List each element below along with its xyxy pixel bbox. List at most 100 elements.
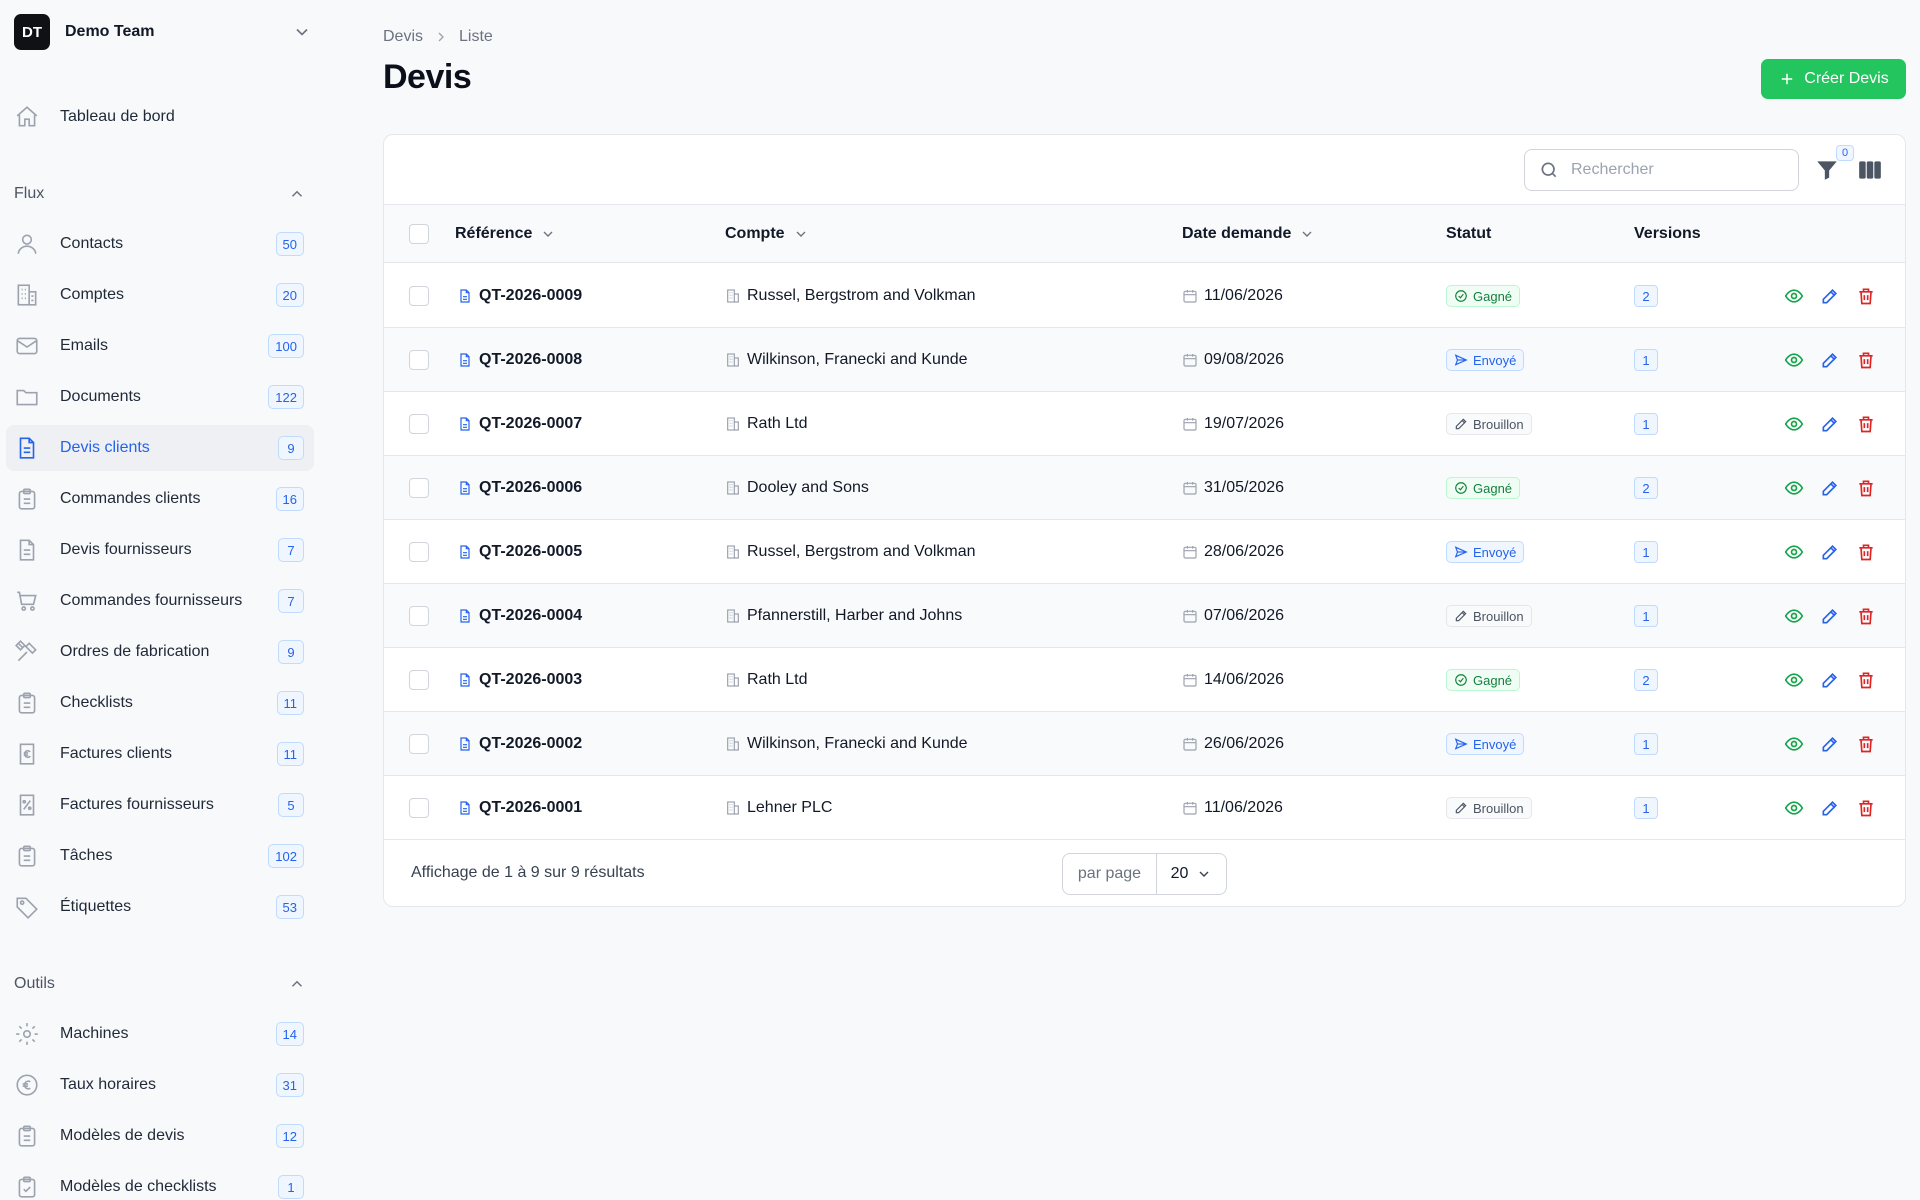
status-badge: Gagné xyxy=(1446,285,1521,307)
table-row[interactable]: QT-2026-0005 Russel, Bergstrom and Volkma… xyxy=(384,520,1905,584)
eye-icon[interactable] xyxy=(1784,606,1804,626)
sidebar-item-contacts[interactable]: Contacts 50 xyxy=(6,221,314,267)
quote-reference[interactable]: QT-2026-0008 xyxy=(457,328,582,392)
calendar-icon xyxy=(1183,674,1197,687)
column-date[interactable]: Date demande xyxy=(1182,205,1315,263)
row-checkbox[interactable] xyxy=(409,478,429,498)
pencil-icon[interactable] xyxy=(1820,286,1840,306)
quote-reference[interactable]: QT-2026-0005 xyxy=(457,520,582,584)
trash-icon[interactable] xyxy=(1856,670,1876,690)
sidebar-item-documents[interactable]: Documents 122 xyxy=(6,374,314,420)
select-all-checkbox[interactable] xyxy=(409,224,429,244)
trash-icon[interactable] xyxy=(1856,542,1876,562)
quote-reference[interactable]: QT-2026-0003 xyxy=(457,648,582,712)
section-flux[interactable]: Flux xyxy=(14,182,314,206)
sidebar-item-taux-horaires[interactable]: Taux horaires 31 xyxy=(6,1062,314,1108)
building-icon xyxy=(727,609,739,623)
trash-icon[interactable] xyxy=(1856,734,1876,754)
search-box[interactable] xyxy=(1524,149,1799,191)
create-quote-button[interactable]: Créer Devis xyxy=(1761,59,1906,99)
sidebar-item-emails[interactable]: Emails 100 xyxy=(6,323,314,369)
quote-reference[interactable]: QT-2026-0009 xyxy=(457,264,582,328)
eye-icon[interactable] xyxy=(1784,542,1804,562)
versions-cell: 1 xyxy=(1634,584,1658,648)
trash-icon[interactable] xyxy=(1856,478,1876,498)
sidebar-item-factures-fournisseurs[interactable]: Factures fournisseurs 5 xyxy=(6,782,314,828)
row-checkbox[interactable] xyxy=(409,670,429,690)
sidebar-item-dashboard[interactable]: Tableau de bord xyxy=(6,94,314,140)
pencil-icon[interactable] xyxy=(1820,798,1840,818)
row-checkbox[interactable] xyxy=(409,542,429,562)
create-quote-label: Créer Devis xyxy=(1804,70,1889,87)
table-row[interactable]: QT-2026-0006 Dooley and Sons 31/05/2026 Gag… xyxy=(384,456,1905,520)
filter-icon[interactable] xyxy=(1814,157,1840,183)
table-row[interactable]: QT-2026-0002 Wilkinson, Franecki and Kund… xyxy=(384,712,1905,776)
per-page-select[interactable]: par page 20 xyxy=(1062,853,1227,895)
sidebar-item-devis-fournisseurs[interactable]: Devis fournisseurs 7 xyxy=(6,527,314,573)
sidebar-item-ordres-de-fabrication[interactable]: Ordres de fabrication 9 xyxy=(6,629,314,675)
sidebar-item-machines[interactable]: Machines 14 xyxy=(6,1011,314,1057)
trash-icon[interactable] xyxy=(1856,286,1876,306)
pencil-icon[interactable] xyxy=(1820,542,1840,562)
section-outils[interactable]: Outils xyxy=(14,972,314,996)
eye-icon[interactable] xyxy=(1784,734,1804,754)
row-checkbox[interactable] xyxy=(409,286,429,306)
eye-icon[interactable] xyxy=(1784,286,1804,306)
sidebar-item-modeles-de-devis[interactable]: Modèles de devis 12 xyxy=(6,1113,314,1159)
breadcrumb-root[interactable]: Devis xyxy=(383,28,423,46)
row-checkbox[interactable] xyxy=(409,350,429,370)
column-account[interactable]: Compte xyxy=(725,205,809,263)
eye-icon[interactable] xyxy=(1784,414,1804,434)
pencil-icon[interactable] xyxy=(1820,606,1840,626)
row-checkbox[interactable] xyxy=(409,734,429,754)
trash-icon[interactable] xyxy=(1856,798,1876,818)
sidebar-item-factures-clients[interactable]: Factures clients 11 xyxy=(6,731,314,777)
trash-icon[interactable] xyxy=(1856,414,1876,434)
versions-badge: 1 xyxy=(1634,797,1658,819)
table-row[interactable]: QT-2026-0001 Lehner PLC 11/06/2026 Brouillo… xyxy=(384,776,1905,840)
column-reference[interactable]: Référence xyxy=(455,205,556,263)
status-cell: Envoyé xyxy=(1446,712,1525,776)
search-input[interactable] xyxy=(1571,161,1791,179)
sidebar-item-commandes-fournisseurs[interactable]: Commandes fournisseurs 7 xyxy=(6,578,314,624)
pencil-icon[interactable] xyxy=(1820,350,1840,370)
eye-icon[interactable] xyxy=(1784,798,1804,818)
team-switcher[interactable]: DT Demo Team xyxy=(14,14,320,50)
pencil-icon[interactable] xyxy=(1820,734,1840,754)
sidebar-item-etiquettes[interactable]: Étiquettes 53 xyxy=(6,884,314,930)
table-row[interactable]: QT-2026-0008 Wilkinson, Franecki and Kund… xyxy=(384,328,1905,392)
sidebar-item-modeles-de-checklists[interactable]: Modèles de checklists 1 xyxy=(6,1164,314,1200)
table-row[interactable]: QT-2026-0003 Rath Ltd 14/06/2026 Gagné 2 xyxy=(384,648,1905,712)
sidebar-item-checklists[interactable]: Checklists 11 xyxy=(6,680,314,726)
columns-icon[interactable] xyxy=(1857,157,1883,183)
sidebar-item-taches[interactable]: Tâches 102 xyxy=(6,833,314,879)
date-cell: 14/06/2026 xyxy=(1182,648,1284,712)
sidebar-item-devis-clients[interactable]: Devis clients 9 xyxy=(6,425,314,471)
quote-reference[interactable]: QT-2026-0004 xyxy=(457,584,582,648)
sidebar-item-commandes-clients[interactable]: Commandes clients 16 xyxy=(6,476,314,522)
sidebar-item-label: Checklists xyxy=(60,694,133,711)
pencil-icon[interactable] xyxy=(1820,670,1840,690)
per-page-value[interactable]: 20 xyxy=(1157,854,1226,894)
quote-reference[interactable]: QT-2026-0006 xyxy=(457,456,582,520)
table-row[interactable]: QT-2026-0004 Pfannerstill, Harber and Joh… xyxy=(384,584,1905,648)
quote-reference[interactable]: QT-2026-0007 xyxy=(457,392,582,456)
quote-reference[interactable]: QT-2026-0002 xyxy=(457,712,582,776)
eye-icon[interactable] xyxy=(1784,670,1804,690)
table-row[interactable]: QT-2026-0009 Russel, Bergstrom and Volkma… xyxy=(384,264,1905,328)
sidebar-item-comptes[interactable]: Comptes 20 xyxy=(6,272,314,318)
row-checkbox[interactable] xyxy=(409,798,429,818)
pencil-icon[interactable] xyxy=(1820,414,1840,434)
chevron-down-icon xyxy=(543,231,553,237)
trash-icon[interactable] xyxy=(1856,350,1876,370)
row-checkbox[interactable] xyxy=(409,606,429,626)
date-cell: 07/06/2026 xyxy=(1182,584,1284,648)
eye-icon[interactable] xyxy=(1784,350,1804,370)
quote-reference[interactable]: QT-2026-0001 xyxy=(457,776,582,840)
sidebar-item-count: 5 xyxy=(278,793,304,817)
row-checkbox[interactable] xyxy=(409,414,429,434)
table-row[interactable]: QT-2026-0007 Rath Ltd 19/07/2026 Brouillon 1 xyxy=(384,392,1905,456)
trash-icon[interactable] xyxy=(1856,606,1876,626)
pencil-icon[interactable] xyxy=(1820,478,1840,498)
eye-icon[interactable] xyxy=(1784,478,1804,498)
